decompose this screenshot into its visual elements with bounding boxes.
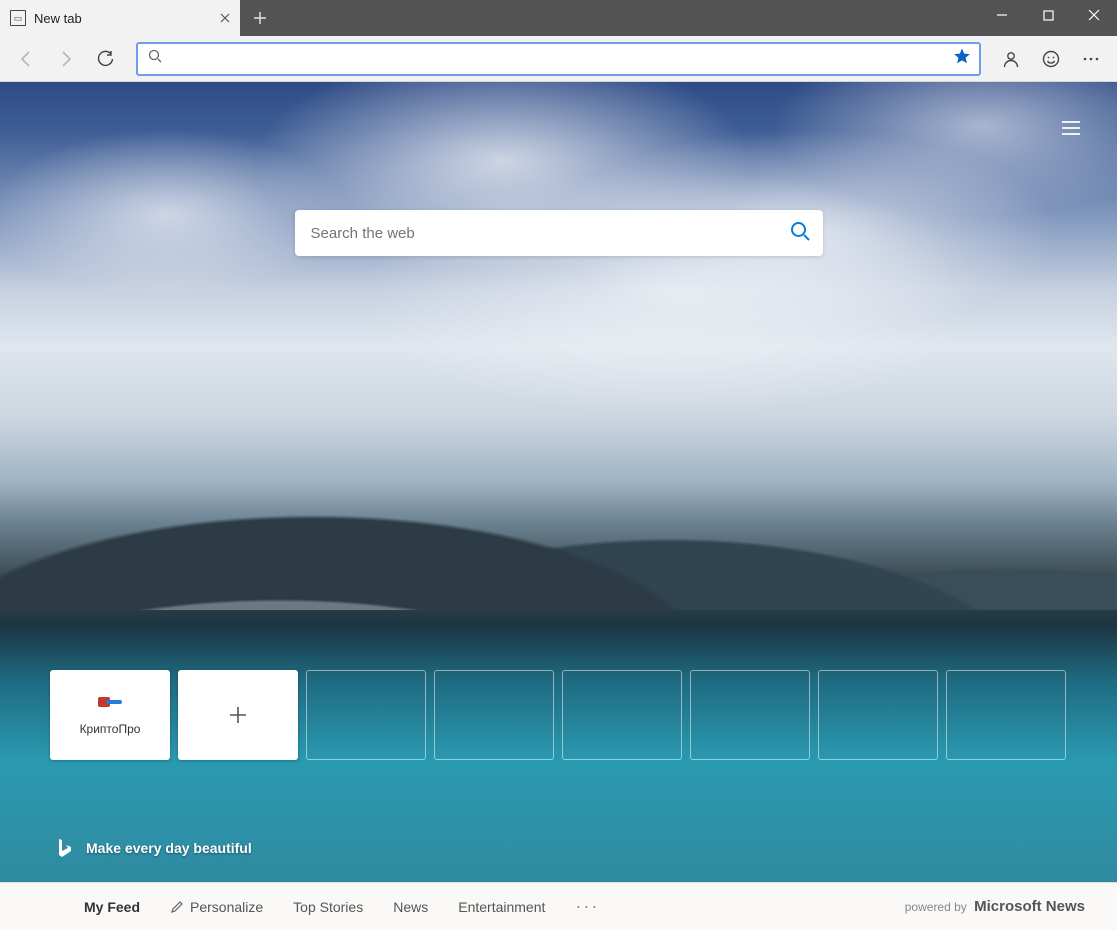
site-favicon-icon bbox=[98, 694, 122, 710]
footer-news[interactable]: News bbox=[393, 899, 428, 915]
top-site-tile[interactable]: КриптоПро bbox=[50, 670, 170, 760]
empty-tile[interactable] bbox=[306, 670, 426, 760]
refresh-button[interactable] bbox=[88, 41, 124, 77]
tab-title: New tab bbox=[34, 11, 208, 26]
pencil-icon bbox=[170, 900, 184, 914]
close-tab-button[interactable] bbox=[216, 9, 234, 27]
tagline-text: Make every day beautiful bbox=[86, 840, 252, 856]
hero-search-input[interactable] bbox=[311, 225, 789, 242]
browser-tab[interactable]: ▭ New tab bbox=[0, 0, 240, 36]
powered-by-label: powered by Microsoft News bbox=[905, 898, 1085, 915]
window-controls bbox=[979, 0, 1117, 30]
empty-tile[interactable] bbox=[946, 670, 1066, 760]
footer-topstories[interactable]: Top Stories bbox=[293, 899, 363, 915]
forward-button[interactable] bbox=[48, 41, 84, 77]
maximize-button[interactable] bbox=[1025, 0, 1071, 30]
empty-tile[interactable] bbox=[562, 670, 682, 760]
page-settings-button[interactable] bbox=[1053, 110, 1089, 146]
top-sites-tiles: КриптоПро bbox=[50, 670, 1067, 760]
search-icon bbox=[148, 49, 162, 68]
add-site-tile[interactable] bbox=[178, 670, 298, 760]
minimize-button[interactable] bbox=[979, 0, 1025, 30]
footer-more-button[interactable]: ··· bbox=[575, 896, 599, 917]
close-window-button[interactable] bbox=[1071, 0, 1117, 30]
back-button[interactable] bbox=[8, 41, 44, 77]
footer-personalize[interactable]: Personalize bbox=[170, 899, 263, 915]
tile-label: КриптоПро bbox=[80, 722, 141, 736]
feedback-button[interactable] bbox=[1033, 41, 1069, 77]
title-bar: ▭ New tab bbox=[0, 0, 1117, 36]
empty-tile[interactable] bbox=[690, 670, 810, 760]
bing-logo-icon bbox=[56, 838, 72, 858]
empty-tile[interactable] bbox=[818, 670, 938, 760]
browser-toolbar bbox=[0, 36, 1117, 82]
new-tab-page: КриптоПро Make every day beautiful bbox=[0, 82, 1117, 882]
more-button[interactable] bbox=[1073, 41, 1109, 77]
footer-entertainment[interactable]: Entertainment bbox=[458, 899, 545, 915]
hero-search-box[interactable] bbox=[295, 210, 823, 256]
new-tab-button[interactable] bbox=[240, 0, 280, 36]
address-bar[interactable] bbox=[136, 42, 981, 76]
footer-myfeed[interactable]: My Feed bbox=[84, 899, 140, 915]
bing-tagline[interactable]: Make every day beautiful bbox=[56, 838, 252, 858]
search-submit-icon[interactable] bbox=[789, 220, 811, 247]
empty-tile[interactable] bbox=[434, 670, 554, 760]
news-footer: My Feed Personalize Top Stories News Ent… bbox=[0, 882, 1117, 930]
address-input[interactable] bbox=[168, 51, 953, 67]
tab-favicon: ▭ bbox=[10, 10, 26, 26]
favorite-icon[interactable] bbox=[953, 47, 971, 70]
profile-button[interactable] bbox=[993, 41, 1029, 77]
